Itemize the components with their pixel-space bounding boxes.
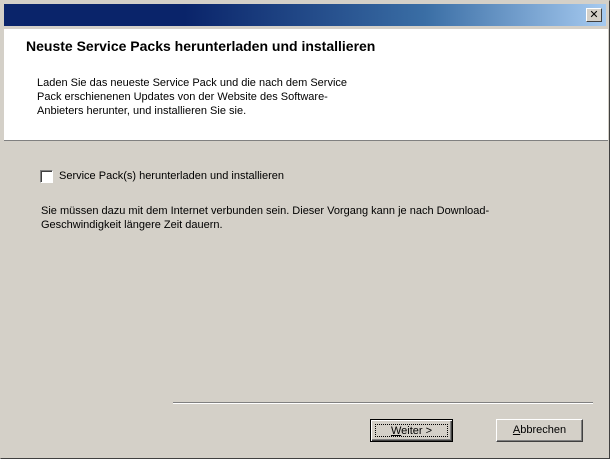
title-bar[interactable]: ✕: [4, 4, 606, 26]
button-separator: [173, 402, 593, 404]
next-label: eiter >: [401, 425, 433, 437]
close-icon: ✕: [589, 8, 599, 21]
page-description: Laden Sie das neueste Service Pack und d…: [37, 77, 348, 117]
download-checkbox[interactable]: [40, 169, 53, 183]
next-button[interactable]: Weiter >: [370, 419, 453, 442]
download-checkbox-label[interactable]: Service Pack(s) herunterladen und instal…: [59, 170, 284, 182]
installer-dialog: ✕ Neuste Service Packs herunterladen und…: [0, 0, 610, 459]
page-title: Neuste Service Packs herunterladen und i…: [26, 38, 376, 54]
close-button[interactable]: ✕: [586, 8, 602, 22]
next-mnemonic: W: [390, 425, 402, 437]
internet-note: Sie müssen dazu mit dem Internet verbund…: [41, 205, 490, 231]
cancel-button[interactable]: Abbrechen: [496, 419, 583, 442]
download-option[interactable]: Service Pack(s) herunterladen und instal…: [40, 169, 284, 183]
focus-rectangle: Weiter >: [375, 424, 448, 437]
wizard-header: Neuste Service Packs herunterladen und i…: [4, 29, 608, 141]
cancel-label: bbrechen: [520, 424, 567, 436]
